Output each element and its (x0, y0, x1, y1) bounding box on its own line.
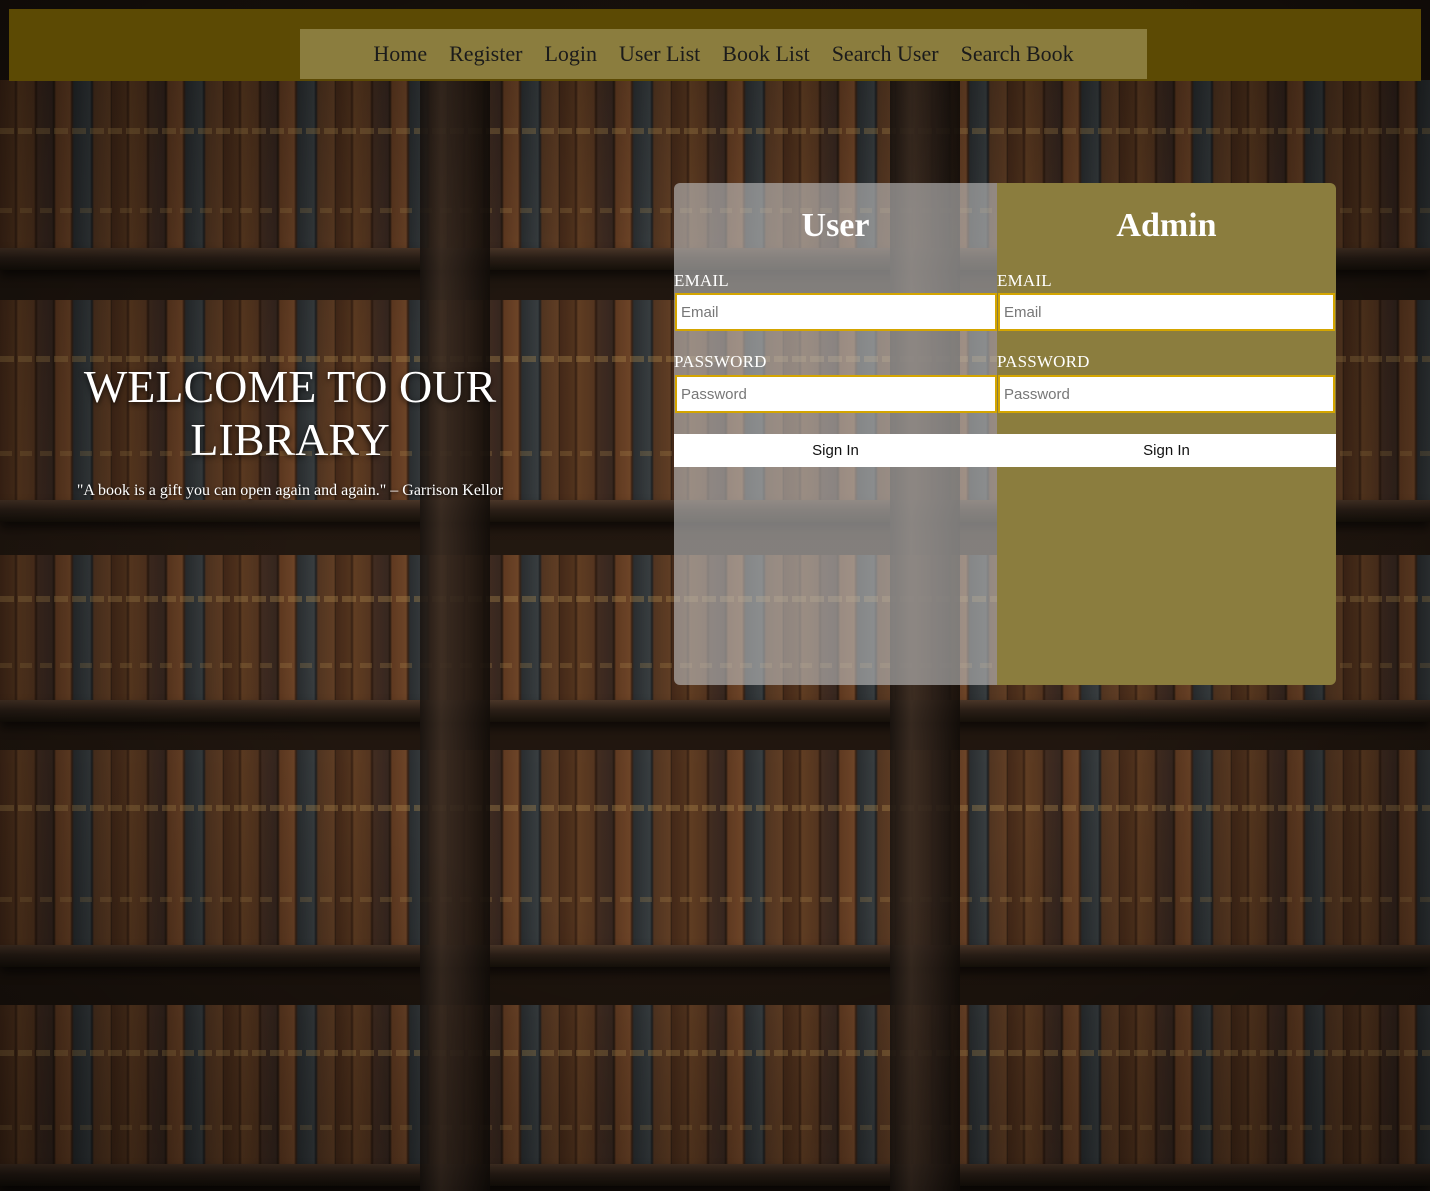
user-login-panel: User EMAIL PASSWORD Sign In (674, 183, 997, 685)
user-panel-heading: User (801, 207, 870, 244)
admin-sign-in-button[interactable]: Sign In (997, 434, 1336, 467)
top-bar: Home Register Login User List Book List … (9, 9, 1421, 81)
welcome-title: WELCOME TO OUR LIBRARY (83, 361, 497, 465)
nav-register-link[interactable]: Register (449, 43, 522, 65)
main-nav: Home Register Login User List Book List … (300, 29, 1147, 79)
user-sign-in-button[interactable]: Sign In (674, 434, 997, 467)
login-card: User EMAIL PASSWORD Sign In Admin EMAIL … (674, 183, 1336, 685)
nav-search-user-link[interactable]: Search User (832, 43, 939, 65)
nav-user-list-link[interactable]: User List (619, 43, 700, 65)
user-password-input[interactable] (675, 375, 997, 413)
user-email-input[interactable] (675, 293, 997, 331)
nav-search-book-link[interactable]: Search Book (961, 43, 1074, 65)
admin-login-panel: Admin EMAIL PASSWORD Sign In (997, 183, 1336, 685)
admin-password-input[interactable] (998, 375, 1335, 413)
admin-password-label: PASSWORD (997, 352, 1090, 371)
admin-email-input[interactable] (998, 293, 1335, 331)
nav-book-list-link[interactable]: Book List (722, 43, 809, 65)
nav-home-link[interactable]: Home (373, 43, 427, 65)
user-password-label: PASSWORD (674, 352, 767, 371)
welcome-quote: "A book is a gift you can open again and… (76, 482, 504, 499)
admin-email-label: EMAIL (997, 271, 1052, 290)
nav-login-link[interactable]: Login (544, 43, 597, 65)
admin-panel-heading: Admin (1116, 207, 1217, 244)
user-email-label: EMAIL (674, 271, 729, 290)
